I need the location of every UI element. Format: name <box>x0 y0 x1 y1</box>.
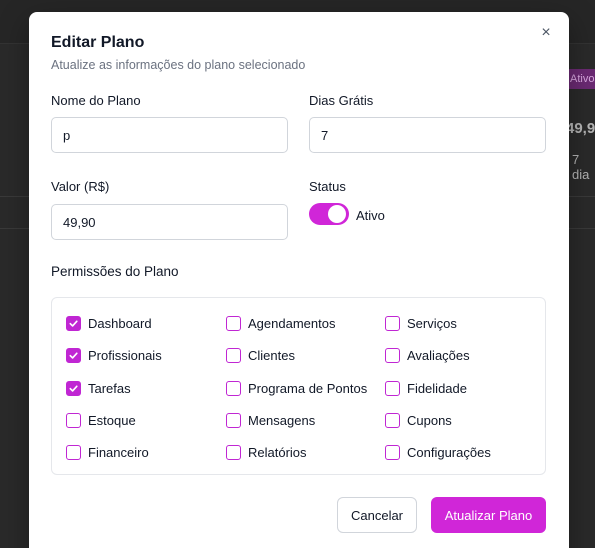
price-input[interactable] <box>51 204 288 240</box>
check-icon <box>68 383 79 394</box>
permission-label: Fidelidade <box>407 380 467 396</box>
trial-days-input[interactable] <box>309 117 546 153</box>
permission-checkbox[interactable] <box>226 315 241 331</box>
permission-label: Financeiro <box>88 444 149 460</box>
permission-item[interactable]: Profissionais <box>66 346 162 364</box>
permission-label: Clientes <box>248 347 295 363</box>
permission-item[interactable]: Configurações <box>385 443 491 461</box>
permission-label: Serviços <box>407 315 457 331</box>
permission-checkbox[interactable] <box>385 315 400 331</box>
plan-name-label: Nome do Plano <box>51 93 141 108</box>
trial-days-label: Dias Grátis <box>309 93 374 108</box>
permission-item[interactable]: Fidelidade <box>385 379 467 397</box>
toggle-knob <box>328 205 346 223</box>
permission-item[interactable]: Relatórios <box>226 443 307 461</box>
permission-checkbox[interactable] <box>66 315 81 331</box>
cancel-button[interactable]: Cancelar <box>337 497 417 533</box>
permission-label: Dashboard <box>88 315 152 331</box>
permission-checkbox[interactable] <box>226 380 241 396</box>
status-value: Ativo <box>356 208 385 223</box>
permission-checkbox[interactable] <box>66 347 81 363</box>
background-days: 7 dia <box>572 152 590 182</box>
permission-label: Agendamentos <box>248 315 336 331</box>
permission-checkbox[interactable] <box>385 412 400 428</box>
permission-item[interactable]: Dashboard <box>66 314 152 332</box>
permission-item[interactable]: Avaliações <box>385 346 470 364</box>
status-label: Status <box>309 179 346 194</box>
permission-checkbox[interactable] <box>226 412 241 428</box>
permission-checkbox[interactable] <box>226 347 241 363</box>
update-plan-button[interactable]: Atualizar Plano <box>431 497 546 533</box>
permission-label: Programa de Pontos <box>248 380 368 396</box>
check-icon <box>68 318 79 329</box>
permission-checkbox[interactable] <box>66 412 81 428</box>
permission-item[interactable]: Estoque <box>66 411 136 429</box>
plan-name-input[interactable] <box>51 117 288 153</box>
permission-item[interactable]: Programa de Pontos <box>226 379 367 397</box>
permission-checkbox[interactable] <box>66 444 81 460</box>
permission-item[interactable]: Serviços <box>385 314 457 332</box>
permission-item[interactable]: Mensagens <box>226 411 315 429</box>
permission-item[interactable]: Financeiro <box>66 443 149 461</box>
edit-plan-modal: × Editar Plano Atualize as informações d… <box>29 12 569 548</box>
close-icon[interactable]: × <box>539 25 553 41</box>
permission-checkbox[interactable] <box>66 380 81 396</box>
permission-label: Mensagens <box>248 412 316 428</box>
background-price: 49,9 <box>566 120 595 137</box>
check-icon <box>68 350 79 361</box>
background-status-badge: Ativo <box>566 69 595 89</box>
permission-label: Cupons <box>407 412 452 428</box>
permission-item[interactable]: Tarefas <box>66 379 131 397</box>
permission-checkbox[interactable] <box>385 347 400 363</box>
modal-subtitle: Atualize as informações do plano selecio… <box>51 58 306 72</box>
permission-label: Tarefas <box>88 380 131 396</box>
permission-label: Configurações <box>407 444 491 460</box>
permissions-title: Permissões do Plano <box>51 264 179 279</box>
permission-item[interactable]: Cupons <box>385 411 452 429</box>
permission-checkbox[interactable] <box>226 444 241 460</box>
permission-label: Estoque <box>88 412 136 428</box>
permission-label: Profissionais <box>88 347 162 363</box>
price-label: Valor (R$) <box>51 179 110 194</box>
permission-label: Relatórios <box>248 444 307 460</box>
permission-item[interactable]: Clientes <box>226 346 295 364</box>
modal-title: Editar Plano <box>51 34 145 51</box>
permission-label: Avaliações <box>407 347 470 363</box>
permission-checkbox[interactable] <box>385 444 400 460</box>
status-toggle[interactable] <box>309 203 349 225</box>
permission-item[interactable]: Agendamentos <box>226 314 335 332</box>
permission-checkbox[interactable] <box>385 380 400 396</box>
